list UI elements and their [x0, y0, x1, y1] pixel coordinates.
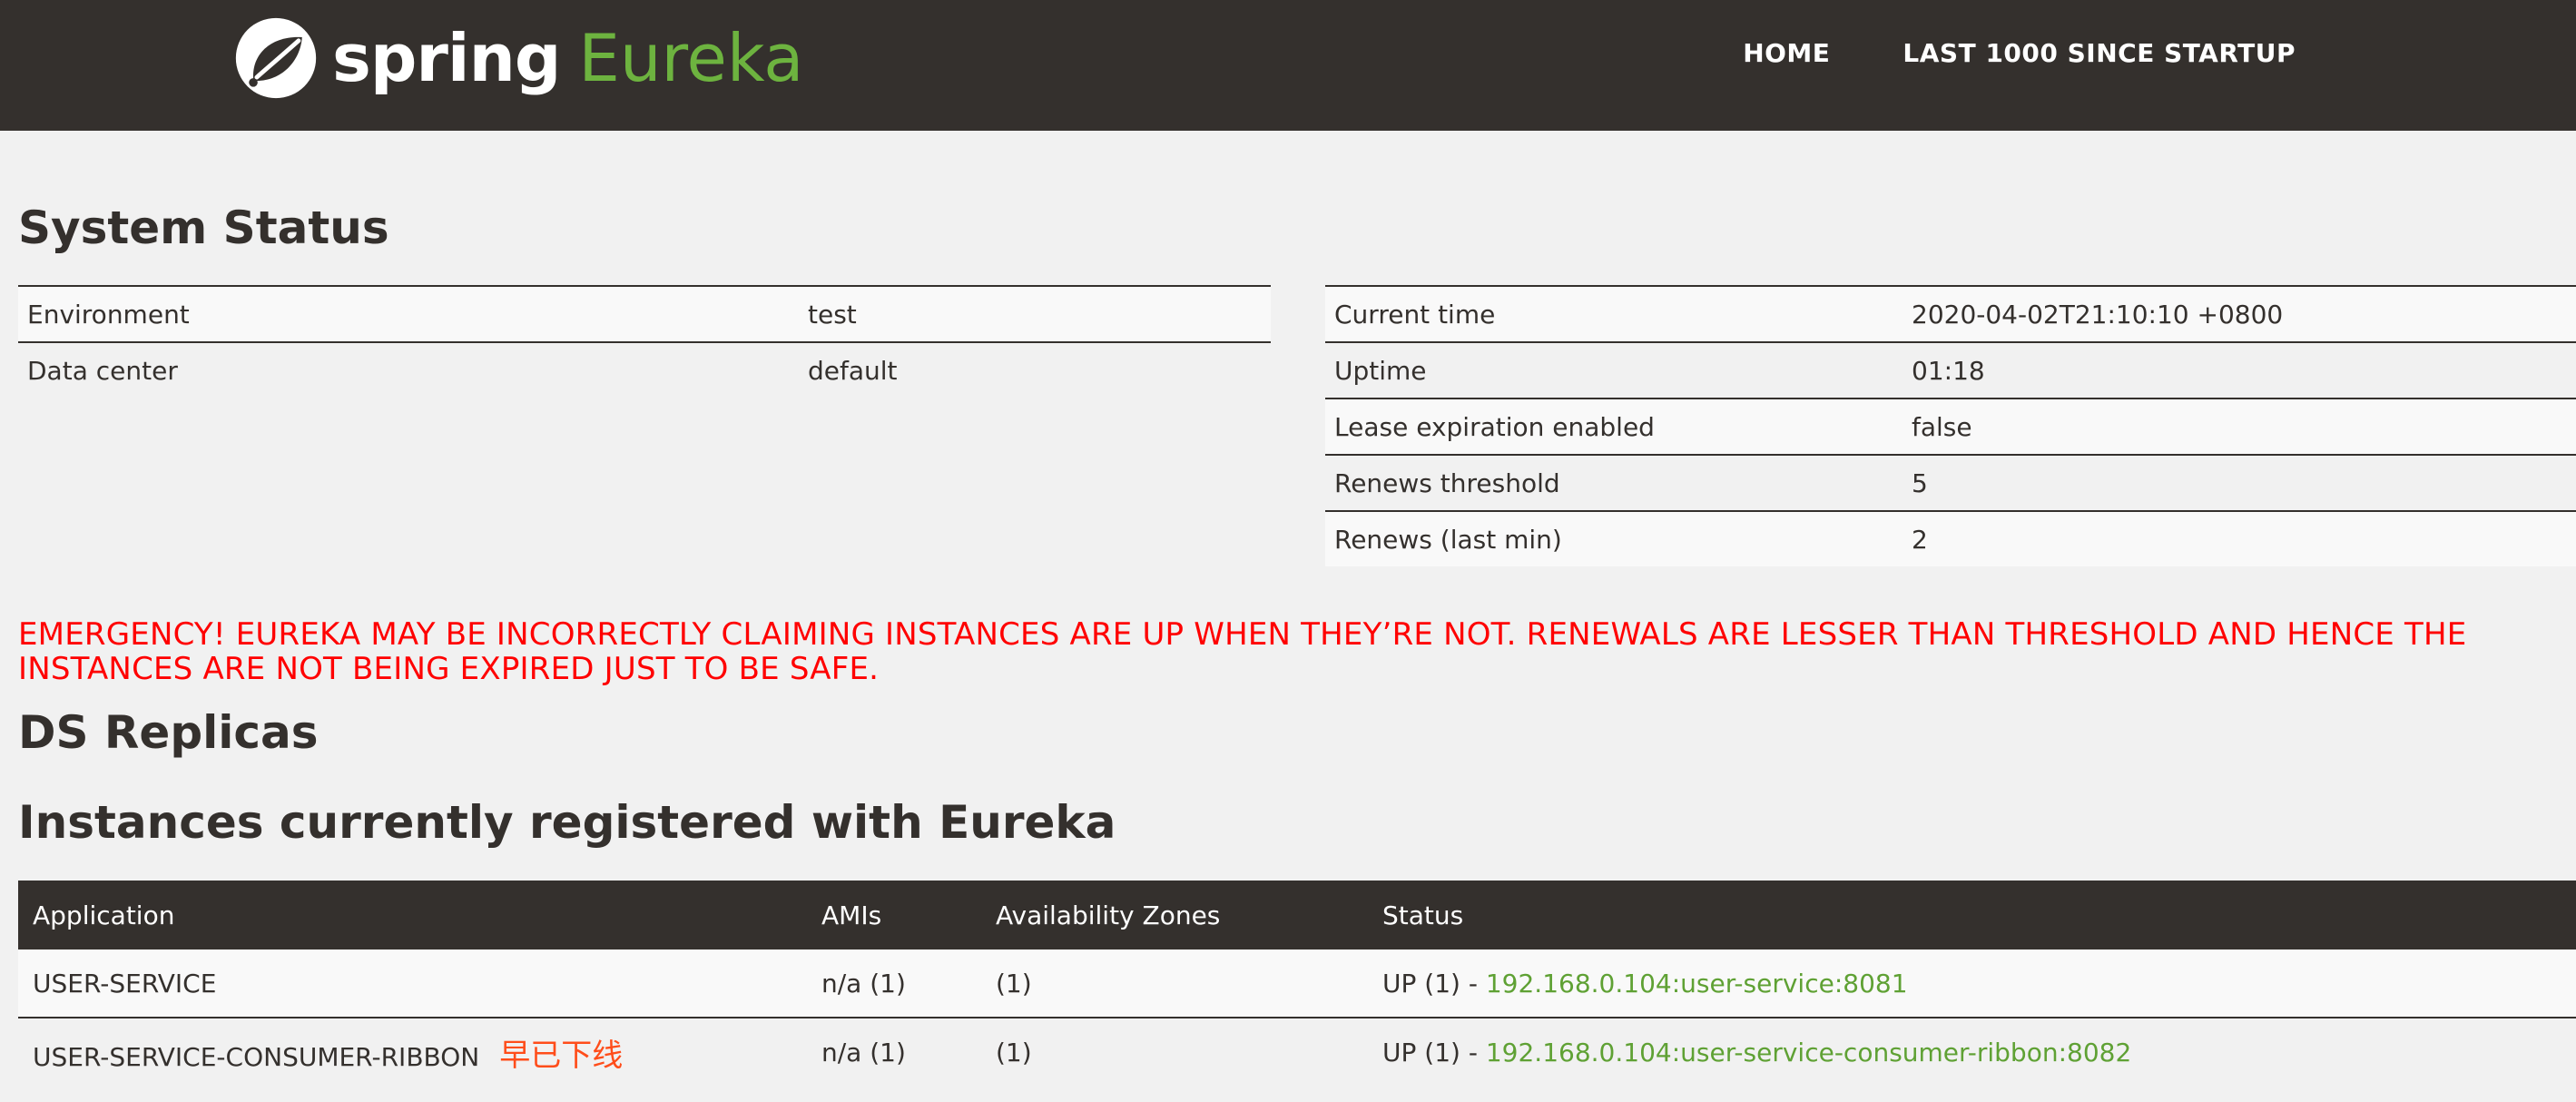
amis-cell: n/a (1)	[807, 949, 981, 1018]
ds-replicas-title: DS Replicas	[18, 706, 319, 759]
nav-links: HOME LAST 1000 SINCE STARTUP	[1743, 38, 2296, 68]
status-prefix: UP (1) -	[1382, 1037, 1486, 1068]
amis-cell: n/a (1)	[807, 1018, 981, 1086]
brand-logo[interactable]: spring Eureka	[232, 13, 803, 103]
status-label: Environment	[18, 285, 799, 342]
status-value: 2	[1903, 510, 2576, 566]
status-label: Data center	[18, 341, 799, 398]
status-row: Data center default	[18, 341, 1271, 398]
column-header-amis: AMIs	[807, 881, 981, 949]
status-row: Renews threshold 5	[1325, 454, 2576, 511]
table-row: USER-SERVICE-CONSUMER-RIBBON 早已下线 n/a (1)…	[18, 1018, 2576, 1086]
status-prefix: UP (1) -	[1382, 968, 1486, 999]
emergency-warning: EMERGENCY! EUREKA MAY BE INCORRECTLY CLA…	[18, 616, 2467, 687]
column-header-zones: Availability Zones	[981, 881, 1368, 949]
application-name: USER-SERVICE-CONSUMER-RIBBON	[33, 1041, 480, 1072]
status-value: false	[1903, 398, 2576, 455]
system-status-title: System Status	[18, 202, 389, 254]
status-row: Current time 2020-04-02T21:10:10 +0800	[1325, 285, 2576, 342]
instance-link[interactable]: 192.168.0.104:user-service-consumer-ribb…	[1486, 1038, 2131, 1068]
status-value: test	[799, 285, 1271, 342]
instances-table: Application AMIs Availability Zones Stat…	[18, 881, 2576, 1086]
status-value: 5	[1903, 454, 2576, 511]
table-row: USER-SERVICE n/a (1) (1) UP (1) - 192.16…	[18, 949, 2576, 1018]
status-value: 2020-04-02T21:10:10 +0800	[1903, 285, 2576, 342]
status-label: Lease expiration enabled	[1325, 398, 1903, 455]
instances-title: Instances currently registered with Eure…	[18, 796, 1116, 849]
column-header-status: Status	[1368, 881, 2576, 949]
nav-last1000-link[interactable]: LAST 1000 SINCE STARTUP	[1903, 38, 2296, 68]
offline-note: 早已下线	[499, 1037, 624, 1074]
zones-cell: (1)	[981, 949, 1368, 1018]
instances-header-row: Application AMIs Availability Zones Stat…	[18, 881, 2576, 949]
status-label: Renews threshold	[1325, 454, 1903, 511]
system-status-left-table: Environment test Data center default	[18, 285, 1271, 398]
application-name: USER-SERVICE	[33, 968, 217, 999]
status-label: Renews (last min)	[1325, 510, 1903, 566]
nav-home-link[interactable]: HOME	[1743, 38, 1830, 68]
zones-cell: (1)	[981, 1018, 1368, 1086]
status-row: Uptime 01:18	[1325, 341, 2576, 398]
status-row: Renews (last min) 2	[1325, 510, 2576, 566]
status-cell: UP (1) - 192.168.0.104:user-service:8081	[1368, 949, 2576, 1018]
status-label: Uptime	[1325, 341, 1903, 398]
status-value: default	[799, 341, 1271, 398]
instance-link[interactable]: 192.168.0.104:user-service:8081	[1486, 969, 1908, 999]
application-cell: USER-SERVICE-CONSUMER-RIBBON 早已下线	[18, 1018, 807, 1086]
status-row: Environment test	[18, 285, 1271, 342]
status-label: Current time	[1325, 285, 1903, 342]
brand-eureka-text: Eureka	[578, 20, 804, 96]
system-status-right-table: Current time 2020-04-02T21:10:10 +0800 U…	[1325, 285, 2576, 566]
navbar: spring Eureka HOME LAST 1000 SINCE START…	[0, 0, 2576, 131]
brand-spring-text: spring	[332, 20, 561, 96]
status-cell: UP (1) - 192.168.0.104:user-service-cons…	[1368, 1018, 2576, 1086]
spring-leaf-icon	[235, 17, 317, 99]
status-value: 01:18	[1903, 341, 2576, 398]
application-cell: USER-SERVICE	[18, 949, 807, 1018]
status-row: Lease expiration enabled false	[1325, 398, 2576, 455]
column-header-application: Application	[18, 881, 807, 949]
